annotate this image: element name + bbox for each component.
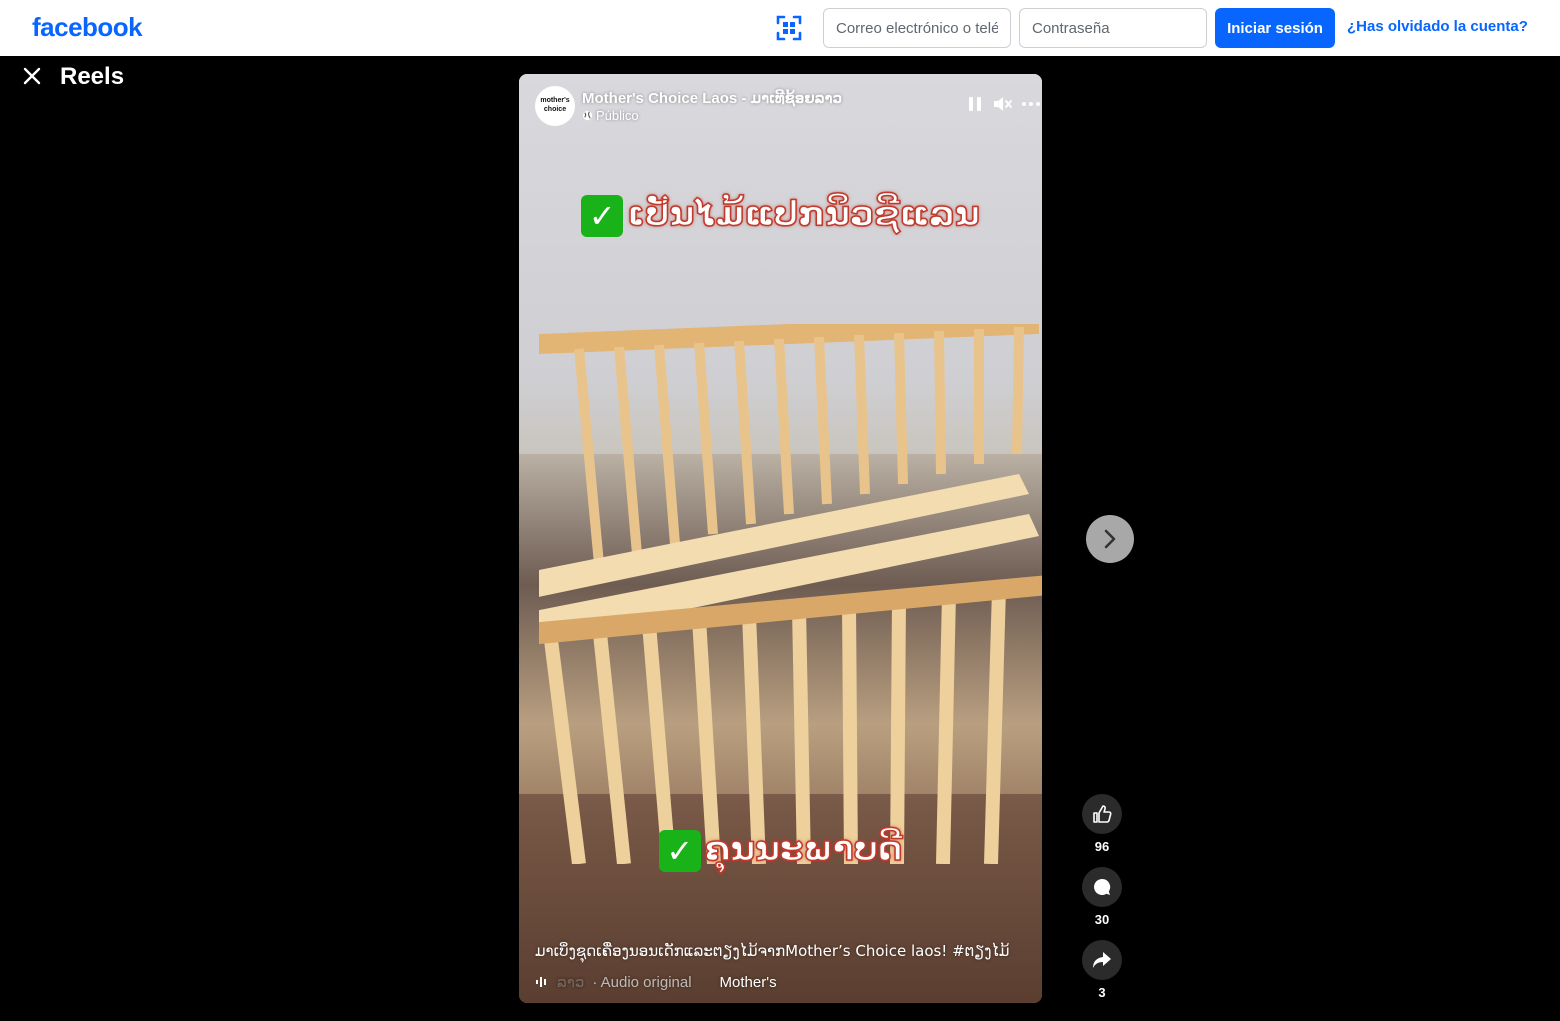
like-count: 96 <box>1094 839 1110 854</box>
login-button[interactable]: Iniciar sesión <box>1215 8 1335 48</box>
password-field[interactable] <box>1019 8 1207 48</box>
pause-icon[interactable] <box>963 92 987 116</box>
video-header: mother's choice Mother's Choice Laos - ມ… <box>535 86 1040 126</box>
video-overlay-text-bottom: ✓ ຄຸນນະພາບດີ <box>519 828 1042 872</box>
facebook-logo[interactable]: facebook <box>32 12 143 43</box>
audio-wave-icon <box>536 977 546 987</box>
audio-page-name: Mother's <box>719 973 777 991</box>
forgot-account-link[interactable]: ¿Has olvidado la cuenta? <box>1347 18 1528 35</box>
privacy-label: Público <box>596 108 639 123</box>
audio-faded-text: ລາວ <box>557 974 585 991</box>
page-name-link[interactable]: Mother's Choice Laos - ມາເທີຊ້ອຍລາວ <box>582 89 842 107</box>
like-button[interactable] <box>1082 794 1122 834</box>
thumbs-up-icon <box>1093 805 1112 823</box>
audio-label: · Audio original <box>592 973 692 991</box>
share-icon <box>1093 952 1111 968</box>
comment-button[interactable] <box>1082 867 1122 907</box>
video-overlay-text-top: ✓ ເປັນໄມ້ແປກນິວຊີແລນ <box>519 193 1042 237</box>
check-icon: ✓ <box>658 829 701 872</box>
crib-image <box>539 324 1042 864</box>
page-title: Reels <box>60 63 125 90</box>
comment-icon <box>1094 878 1111 895</box>
privacy-indicator: Público <box>582 108 639 123</box>
globe-icon <box>582 110 593 121</box>
audio-info[interactable]: ລາວ · Audio original Mother's <box>535 973 777 991</box>
reel-caption[interactable]: ມາເບິ່ງຊຸດເຄື່ອງນອນເດັກແລະຕຽງໄມ້ຈາກMothe… <box>535 942 1009 960</box>
next-reel-button[interactable] <box>1086 515 1134 563</box>
top-bar: facebook Iniciar sesión ¿Has olvidado la… <box>0 0 1560 56</box>
muted-icon[interactable] <box>991 92 1015 116</box>
close-icon[interactable] <box>18 62 46 90</box>
share-button[interactable] <box>1082 940 1122 980</box>
qr-scan-icon[interactable] <box>774 13 804 43</box>
check-icon: ✓ <box>581 194 624 237</box>
more-options-icon[interactable] <box>1019 92 1042 116</box>
reel-video[interactable]: ✓ ເປັນໄມ້ແປກນິວຊີແລນ ✓ ຄຸນນະພາບດີ mother's… <box>519 74 1042 1003</box>
share-count: 3 <box>1098 985 1106 1000</box>
comment-count: 30 <box>1094 912 1110 927</box>
email-field[interactable] <box>823 8 1011 48</box>
avatar[interactable]: mother's choice <box>535 86 575 126</box>
